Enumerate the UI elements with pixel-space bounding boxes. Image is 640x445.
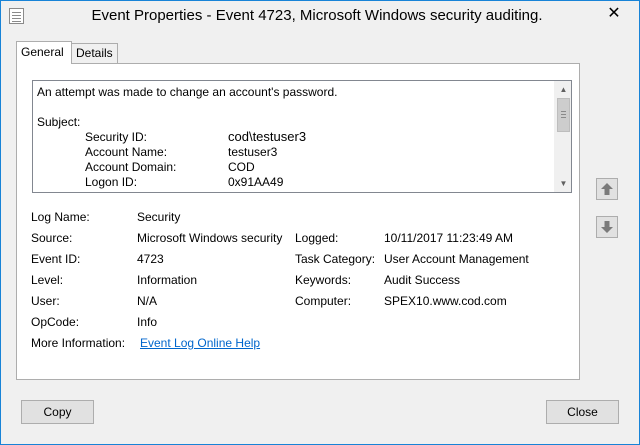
logon-id-label: Logon ID: <box>85 175 138 189</box>
previous-event-button[interactable] <box>596 178 618 200</box>
account-domain-label: Account Domain: <box>85 160 177 174</box>
event-properties-window: Event Properties - Event 4723, Microsoft… <box>0 0 640 445</box>
tab-details[interactable]: Details <box>71 43 118 63</box>
logged-label: Logged: <box>295 231 339 245</box>
log-name-label: Log Name: <box>31 210 90 224</box>
keywords-value: Audit Success <box>384 273 461 287</box>
event-description-textbox[interactable]: An attempt was made to change an account… <box>32 80 572 193</box>
security-id-label: Security ID: <box>85 130 148 144</box>
event-log-online-help-link[interactable]: Event Log Online Help <box>140 336 260 350</box>
event-id-label: Event ID: <box>31 252 81 266</box>
user-label: User: <box>31 294 60 308</box>
event-properties-icon <box>9 8 24 24</box>
account-name-label: Account Name: <box>85 145 168 159</box>
scroll-up-icon[interactable]: ▲ <box>555 81 571 98</box>
computer-label: Computer: <box>295 294 352 308</box>
window-title: Event Properties - Event 4723, Microsoft… <box>91 7 543 24</box>
opcode-label: OpCode: <box>31 315 80 329</box>
more-information-label: More Information: <box>31 336 126 350</box>
copy-button[interactable]: Copy <box>21 400 94 424</box>
source-value: Microsoft Windows security <box>137 231 283 245</box>
user-value: N/A <box>137 294 158 308</box>
logon-id-value: 0x91AA49 <box>228 175 284 189</box>
keywords-label: Keywords: <box>295 273 352 287</box>
opcode-value: Info <box>137 315 158 329</box>
event-id-value: 4723 <box>137 252 164 266</box>
description-summary: An attempt was made to change an account… <box>37 85 338 99</box>
security-id-value: cod\testuser3 <box>228 129 307 144</box>
level-value: Information <box>137 273 198 287</box>
next-event-button[interactable] <box>596 216 618 238</box>
level-label: Level: <box>31 273 64 287</box>
description-scrollbar[interactable]: ▲ ▼ <box>554 81 571 192</box>
account-name-value: testuser3 <box>228 145 278 159</box>
tab-general[interactable]: General <box>16 41 72 64</box>
log-name-value: Security <box>137 210 181 224</box>
close-button[interactable]: Close <box>546 400 619 424</box>
title-bar[interactable]: Event Properties - Event 4723, Microsoft… <box>1 1 639 31</box>
scrollbar-thumb[interactable] <box>557 98 570 132</box>
logged-value: 10/11/2017 11:23:49 AM <box>384 231 513 245</box>
general-tab-panel: An attempt was made to change an account… <box>16 63 580 380</box>
task-category-label: Task Category: <box>295 252 376 266</box>
account-domain-value: COD <box>228 160 255 174</box>
arrow-down-icon <box>601 221 613 233</box>
close-window-button[interactable]: ✕ <box>593 2 635 23</box>
arrow-up-icon <box>601 183 613 195</box>
scroll-down-icon[interactable]: ▼ <box>555 175 571 192</box>
computer-value: SPEX10.www.cod.com <box>384 294 507 308</box>
task-category-value: User Account Management <box>384 252 529 266</box>
subject-label: Subject: <box>37 115 81 129</box>
source-label: Source: <box>31 231 73 245</box>
